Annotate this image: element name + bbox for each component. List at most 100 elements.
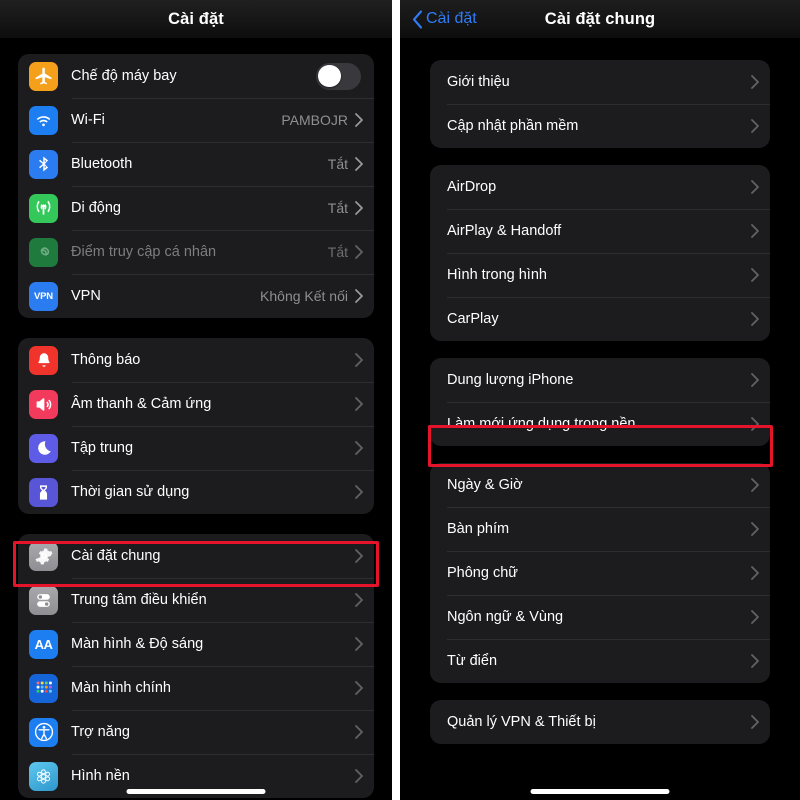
row-screen-time[interactable]: Thời gian sử dụng: [18, 470, 374, 514]
general-settings-screen-right: Cài đặt Cài đặt chung Giới thiệu Cập nhậ…: [400, 0, 800, 800]
row-label: Bàn phím: [447, 521, 510, 537]
row-bluetooth[interactable]: Bluetooth Tắt: [18, 142, 374, 186]
chevron-right-icon: [751, 522, 759, 536]
vpn-device-management-group: Quản lý VPN & Thiết bị: [430, 700, 770, 744]
accessibility-icon: [29, 717, 58, 747]
chevron-right-icon: [751, 180, 759, 194]
row-label: Điểm truy cập cá nhân: [71, 244, 217, 260]
chevron-right-icon: [355, 485, 363, 499]
row-keyboard[interactable]: Bàn phím: [430, 507, 770, 551]
chevron-right-icon: [355, 353, 363, 367]
chevron-right-icon: [751, 478, 759, 492]
sidebar-item-general-settings[interactable]: Cài đặt chung: [18, 534, 374, 578]
row-label: Chế độ máy bay: [71, 68, 177, 84]
toggle-knob: [318, 64, 341, 88]
row-label: Cập nhật phần mềm: [447, 118, 579, 134]
row-label: Làm mới ứng dụng trong nền: [447, 416, 636, 432]
chevron-right-icon: [355, 593, 363, 607]
home-indicator: [530, 789, 670, 794]
row-picture-in-picture[interactable]: Hình trong hình: [430, 253, 770, 297]
row-label: Tập trung: [71, 440, 134, 456]
row-airplane-mode[interactable]: Chế độ máy bay: [18, 54, 374, 98]
row-label: Dung lượng iPhone: [447, 372, 574, 388]
chevron-right-icon: [355, 245, 363, 259]
row-label: Quản lý VPN & Thiết bị: [447, 714, 596, 730]
back-button[interactable]: Cài đặt: [412, 0, 477, 38]
row-wifi[interactable]: Wi-Fi PAMBOJR: [18, 98, 374, 142]
chevron-right-icon: [751, 654, 759, 668]
chevron-right-icon: [355, 201, 363, 215]
hourglass-icon: [29, 477, 58, 507]
row-label: Trợ năng: [71, 724, 130, 740]
left-navbar: Cài đặt: [0, 0, 392, 38]
row-software-update[interactable]: Cập nhật phần mềm: [430, 104, 770, 148]
row-carplay[interactable]: CarPlay: [430, 297, 770, 341]
row-label: Màn hình & Độ sáng: [71, 636, 204, 652]
row-about[interactable]: Giới thiệu: [430, 60, 770, 104]
row-vpn[interactable]: VPN VPN Không Kết nối: [18, 274, 374, 318]
row-label: Bluetooth: [71, 156, 133, 172]
row-date-time[interactable]: Ngày & Giờ: [430, 463, 770, 507]
row-label: Thông báo: [71, 352, 141, 368]
chevron-right-icon: [355, 725, 363, 739]
chevron-right-icon: [751, 715, 759, 729]
row-control-center[interactable]: Trung tâm điều khiển: [18, 578, 374, 622]
chevron-left-icon: [412, 9, 423, 29]
chevron-right-icon: [751, 312, 759, 326]
row-label: Trung tâm điều khiển: [71, 592, 207, 608]
row-language-region[interactable]: Ngôn ngữ & Vùng: [430, 595, 770, 639]
row-label: Cài đặt chung: [71, 548, 161, 564]
airdrop-group: AirDrop AirPlay & Handoff Hình trong hìn…: [430, 165, 770, 341]
row-focus[interactable]: Tập trung: [18, 426, 374, 470]
row-label: Thời gian sử dụng: [71, 484, 190, 500]
screenshot-stage: Cài đặt Chế độ máy bay Wi-Fi PAMBOJR Blu…: [0, 0, 800, 800]
vpn-state-value: Không Kết nối: [260, 288, 348, 304]
row-airplay-handoff[interactable]: AirPlay & Handoff: [430, 209, 770, 253]
row-notifications[interactable]: Thông báo: [18, 338, 374, 382]
row-personal-hotspot[interactable]: Điểm truy cập cá nhân Tắt: [18, 230, 374, 274]
right-scroll-body[interactable]: Giới thiệu Cập nhật phần mềm AirDrop Air…: [400, 38, 800, 800]
chevron-right-icon: [751, 373, 759, 387]
row-label: Từ điển: [447, 653, 498, 669]
chevron-right-icon: [355, 681, 363, 695]
hotspot-state-value: Tắt: [327, 244, 348, 260]
row-label: Hình nền: [71, 768, 130, 784]
row-sounds-haptics[interactable]: Âm thanh & Cảm ứng: [18, 382, 374, 426]
row-dictionary[interactable]: Từ điển: [430, 639, 770, 683]
row-accessibility[interactable]: Trợ năng: [18, 710, 374, 754]
chevron-right-icon: [751, 224, 759, 238]
moon-icon: [29, 433, 58, 463]
chevron-right-icon: [751, 417, 759, 431]
right-navbar: Cài đặt Cài đặt chung: [400, 0, 800, 38]
row-fonts[interactable]: Phông chữ: [430, 551, 770, 595]
row-background-app-refresh[interactable]: Làm mới ứng dụng trong nền: [430, 402, 770, 446]
row-label: Di động: [71, 200, 121, 216]
row-label: AirDrop: [447, 179, 497, 195]
row-vpn-device-management[interactable]: Quản lý VPN & Thiết bị: [430, 700, 770, 744]
row-label: VPN: [71, 288, 101, 304]
row-airdrop[interactable]: AirDrop: [430, 165, 770, 209]
storage-group: Dung lượng iPhone Làm mới ứng dụng trong…: [430, 358, 770, 446]
row-home-screen[interactable]: Màn hình chính: [18, 666, 374, 710]
left-scroll-body[interactable]: Chế độ máy bay Wi-Fi PAMBOJR Bluetooth T…: [0, 38, 392, 800]
chevron-right-icon: [355, 397, 363, 411]
row-label: AirPlay & Handoff: [447, 223, 562, 239]
gear-icon: [29, 541, 58, 571]
chevron-right-icon: [355, 113, 363, 127]
row-label: Âm thanh & Cảm ứng: [71, 396, 212, 412]
row-cellular[interactable]: Di động Tắt: [18, 186, 374, 230]
cellular-state-value: Tắt: [327, 200, 348, 216]
chevron-right-icon: [751, 566, 759, 580]
connectivity-group: Chế độ máy bay Wi-Fi PAMBOJR Bluetooth T…: [18, 54, 374, 318]
row-display-brightness[interactable]: AA Màn hình & Độ sáng: [18, 622, 374, 666]
chevron-right-icon: [355, 441, 363, 455]
chevron-right-icon: [751, 268, 759, 282]
back-button-label: Cài đặt: [426, 10, 477, 27]
airplane-mode-toggle[interactable]: [316, 62, 361, 90]
cellular-icon: [29, 193, 58, 223]
row-iphone-storage[interactable]: Dung lượng iPhone: [430, 358, 770, 402]
bell-icon: [29, 345, 58, 375]
row-label: CarPlay: [447, 311, 499, 327]
home-indicator: [126, 789, 266, 794]
chevron-right-icon: [355, 769, 363, 783]
